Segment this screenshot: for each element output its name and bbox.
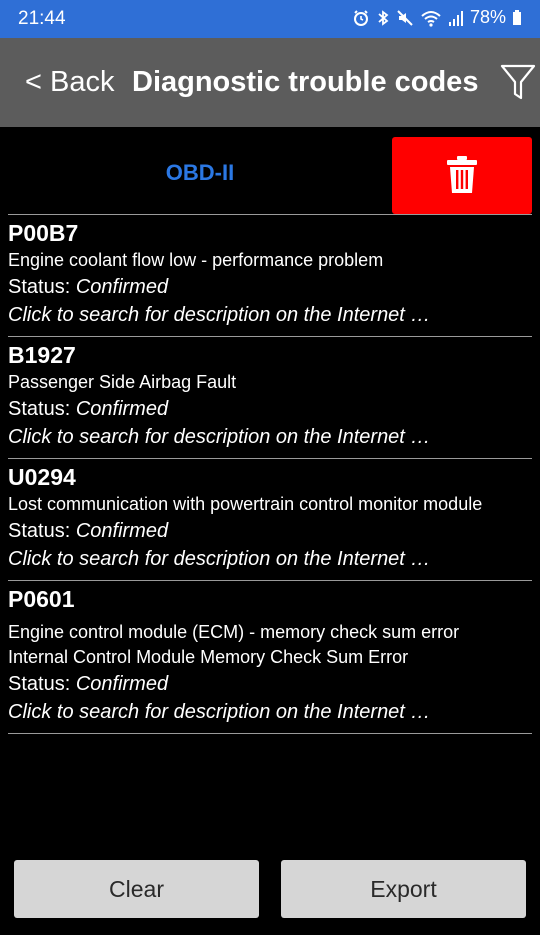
dtc-description-block: Engine control module (ECM) - memory che… bbox=[8, 614, 532, 670]
dtc-status-label: Status: bbox=[8, 398, 71, 420]
filter-icon[interactable] bbox=[500, 62, 536, 107]
dtc-description: Lost communication with powertrain contr… bbox=[8, 494, 483, 514]
protocol-label: OBD-II bbox=[165, 160, 235, 185]
mute-icon bbox=[396, 9, 414, 27]
dtc-description: Internal Control Module Memory Check Sum… bbox=[8, 647, 409, 667]
dtc-status-label: Status: bbox=[8, 520, 71, 542]
signal-icon bbox=[448, 9, 464, 27]
dtc-status: Status: Confirmed bbox=[8, 670, 532, 698]
status-icons: 78% bbox=[352, 7, 522, 28]
dtc-description: Engine control module (ECM) - memory che… bbox=[8, 622, 460, 642]
dtc-search-link[interactable]: Click to search for description on the I… bbox=[8, 423, 532, 452]
dtc-description: Engine coolant flow low - performance pr… bbox=[8, 250, 384, 270]
dtc-search-link[interactable]: Click to search for description on the I… bbox=[8, 545, 532, 574]
dtc-list: P00B7 Engine coolant flow low - performa… bbox=[8, 214, 532, 734]
dtc-status-value: Confirmed bbox=[75, 520, 169, 542]
dtc-item[interactable]: P00B7 Engine coolant flow low - performa… bbox=[8, 214, 532, 336]
delete-button[interactable] bbox=[392, 137, 532, 214]
dtc-item[interactable]: U0294 Lost communication with powertrain… bbox=[8, 458, 532, 580]
dtc-status-value: Confirmed bbox=[75, 398, 169, 420]
dtc-search-link[interactable]: Click to search for description on the I… bbox=[8, 301, 532, 330]
wifi-icon bbox=[420, 9, 442, 27]
dtc-code: P00B7 bbox=[8, 220, 79, 246]
alarm-icon bbox=[352, 9, 370, 27]
dtc-status-label: Status: bbox=[8, 276, 71, 298]
bluetooth-icon bbox=[376, 9, 390, 27]
dtc-code: P0601 bbox=[8, 586, 75, 612]
export-button[interactable]: Export bbox=[281, 860, 526, 918]
battery-icon bbox=[512, 9, 522, 27]
dtc-item[interactable]: B1927 Passenger Side Airbag Fault Status… bbox=[8, 336, 532, 458]
status-bar: 21:44 78% bbox=[0, 0, 540, 38]
dtc-status-value: Confirmed bbox=[75, 673, 169, 695]
dtc-status-label: Status: bbox=[8, 673, 71, 695]
dtc-status-value: Confirmed bbox=[75, 276, 169, 298]
status-time: 21:44 bbox=[18, 8, 66, 29]
clear-button[interactable]: Clear bbox=[14, 860, 259, 918]
app-header: < Back Diagnostic trouble codes bbox=[0, 38, 540, 127]
battery-level: 78% bbox=[469, 7, 506, 27]
dtc-status: Status: Confirmed bbox=[8, 395, 532, 423]
dtc-search-link[interactable]: Click to search for description on the I… bbox=[8, 698, 532, 727]
dtc-status: Status: Confirmed bbox=[8, 273, 532, 301]
dtc-code: U0294 bbox=[8, 464, 76, 490]
dtc-code: B1927 bbox=[8, 342, 76, 368]
trash-icon bbox=[446, 155, 478, 200]
dtc-item[interactable]: P0601 Engine control module (ECM) - memo… bbox=[8, 580, 532, 734]
page-title: Diagnostic trouble codes bbox=[132, 66, 479, 98]
dtc-description: Passenger Side Airbag Fault bbox=[8, 372, 237, 392]
dtc-status: Status: Confirmed bbox=[8, 517, 532, 545]
back-button[interactable]: < Back bbox=[25, 66, 114, 99]
